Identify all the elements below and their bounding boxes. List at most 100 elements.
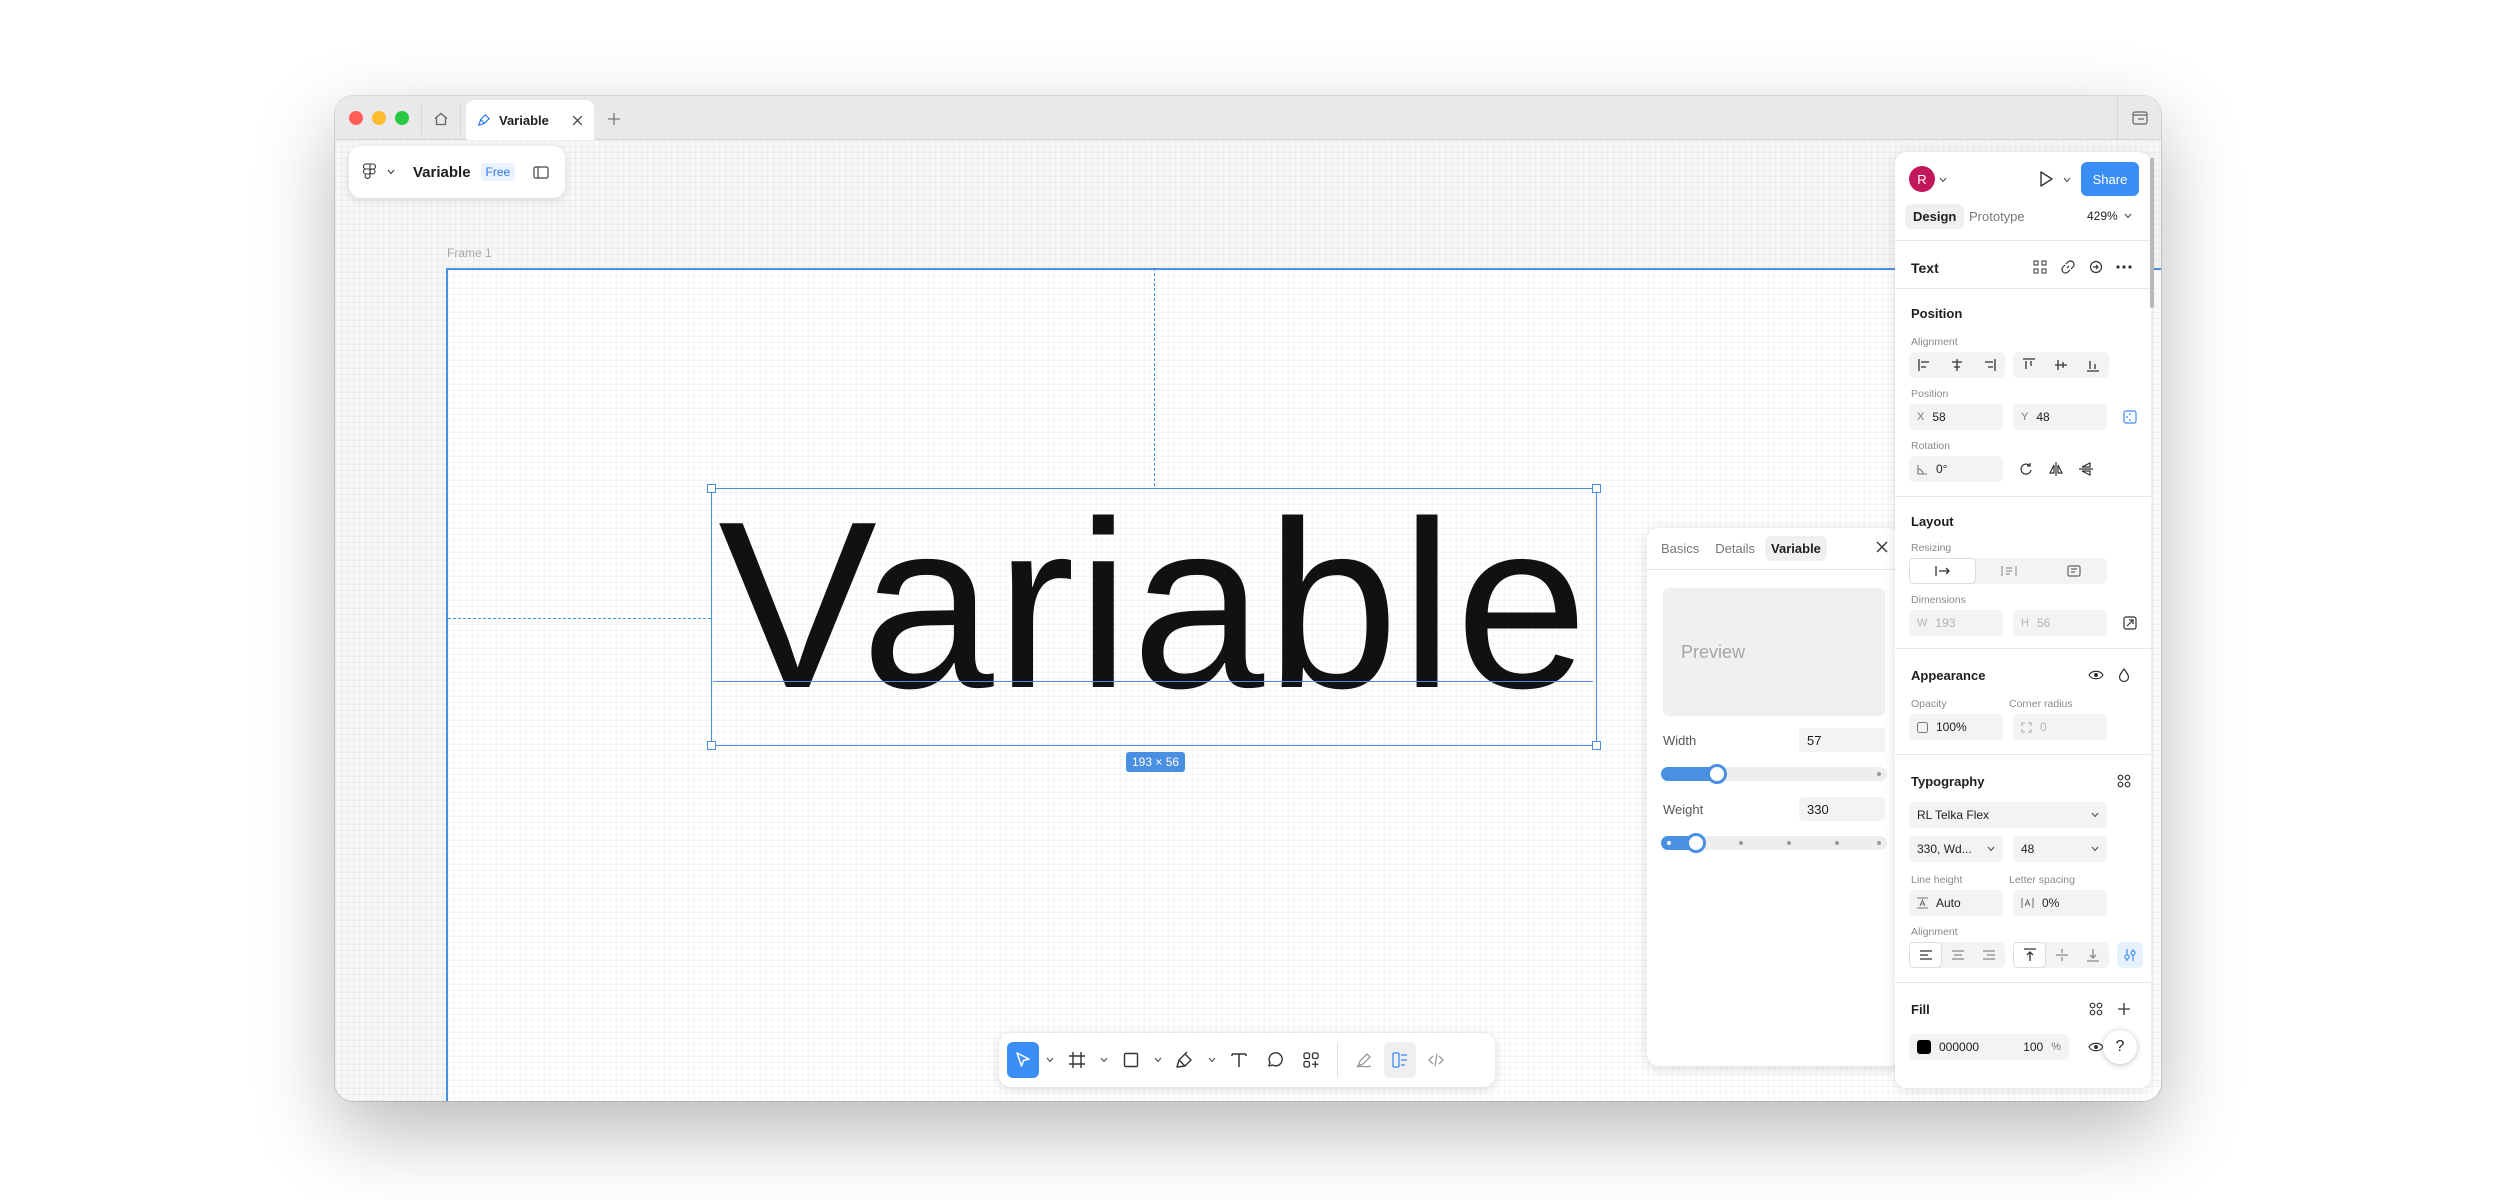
frame-label[interactable]: Frame 1 — [447, 246, 492, 260]
close-window-button[interactable] — [349, 111, 363, 125]
shape-tool-dropdown[interactable] — [1151, 1042, 1165, 1078]
tab-prototype[interactable]: Prototype — [1969, 209, 2025, 224]
line-height-input[interactable]: Auto — [1909, 890, 2003, 916]
comment-tool-button[interactable] — [1259, 1042, 1291, 1078]
align-center-h-button[interactable] — [1941, 352, 1973, 378]
actions-tool-button[interactable] — [1295, 1042, 1327, 1078]
layout-panel-icon[interactable] — [533, 165, 549, 179]
maximize-window-button[interactable] — [395, 111, 409, 125]
sidebar-toggle-button[interactable] — [2117, 96, 2161, 140]
visibility-button[interactable] — [2083, 662, 2109, 688]
width-input[interactable]: W 193 — [1909, 610, 2003, 636]
corner-radius-input[interactable]: 0 — [2013, 714, 2107, 740]
text-align-middle-button[interactable] — [2046, 942, 2077, 968]
fixed-size-button[interactable] — [2042, 558, 2107, 584]
text-align-right-button[interactable] — [1974, 942, 2005, 968]
flip-horizontal-icon — [2049, 462, 2063, 476]
font-style-select[interactable]: 330, Wd... — [1909, 836, 2003, 862]
width-axis-slider[interactable] — [1661, 764, 1887, 784]
zoom-dropdown[interactable]: 429% — [2087, 209, 2132, 223]
type-settings-button[interactable] — [2117, 942, 2143, 968]
font-family-select[interactable]: RL Telka Flex — [1909, 802, 2107, 828]
rotation-input[interactable]: 0° — [1909, 456, 2003, 482]
fill-styles-button[interactable] — [2083, 996, 2109, 1022]
align-bottom-button[interactable] — [2077, 352, 2109, 378]
tab-details[interactable]: Details — [1709, 536, 1761, 561]
opacity-input[interactable]: 100% — [1909, 714, 2003, 740]
tab-variable[interactable]: Variable — [1765, 536, 1827, 561]
flip-horizontal-button[interactable] — [2043, 456, 2069, 482]
move-tool-dropdown[interactable] — [1043, 1042, 1057, 1078]
styles-icon — [2117, 774, 2131, 788]
tab-basics[interactable]: Basics — [1655, 536, 1705, 561]
align-top-button[interactable] — [2013, 352, 2045, 378]
auto-width-button[interactable] — [1909, 558, 1977, 584]
file-tab[interactable]: Variable — [466, 100, 594, 140]
detach-button[interactable] — [2083, 254, 2109, 280]
dev-mode-button[interactable] — [1420, 1042, 1452, 1078]
letter-spacing-input[interactable]: 0% — [2013, 890, 2107, 916]
file-name[interactable]: Variable — [413, 164, 471, 181]
fill-color-input[interactable]: 000000 100 % — [1909, 1034, 2069, 1060]
width-axis-input[interactable]: 57 — [1799, 728, 1885, 752]
tab-design[interactable]: Design — [1905, 204, 1965, 229]
new-tab-button[interactable] — [601, 106, 627, 132]
y-position-input[interactable]: Y 48 — [2013, 404, 2107, 430]
figma-menu-icon[interactable] — [363, 163, 377, 181]
chevron-down-icon[interactable] — [2063, 177, 2071, 183]
draw-mode-button[interactable] — [1348, 1042, 1380, 1078]
pen-tool-button[interactable] — [1169, 1042, 1201, 1078]
move-tool-button[interactable] — [1007, 1042, 1039, 1078]
chevron-down-icon[interactable] — [387, 169, 395, 175]
chevron-down-icon[interactable] — [1939, 177, 1947, 183]
resize-handle-bottom-left[interactable] — [707, 741, 716, 750]
text-align-left-button[interactable] — [1909, 942, 1943, 968]
height-input[interactable]: H 56 — [2013, 610, 2107, 636]
weight-axis-header: Weight 330 — [1663, 797, 1885, 821]
fill-color-swatch[interactable] — [1917, 1040, 1931, 1054]
more-options-button[interactable] — [2111, 254, 2137, 280]
home-button[interactable] — [421, 104, 461, 134]
align-middle-button[interactable] — [2045, 352, 2077, 378]
weight-slider-thumb[interactable] — [1686, 833, 1706, 853]
share-button[interactable]: Share — [2081, 162, 2139, 196]
rotate-button[interactable] — [2013, 456, 2039, 482]
avatar[interactable]: R — [1909, 166, 1935, 192]
blend-mode-button[interactable] — [2111, 662, 2137, 688]
text-align-center-button[interactable] — [1942, 942, 1973, 968]
text-tool-button[interactable] — [1223, 1042, 1255, 1078]
pen-tool-dropdown[interactable] — [1205, 1042, 1219, 1078]
weight-axis-slider[interactable] — [1661, 833, 1887, 853]
auto-height-button[interactable] — [1976, 558, 2041, 584]
add-fill-button[interactable] — [2111, 996, 2137, 1022]
x-position-input[interactable]: X 58 — [1909, 404, 2003, 430]
text-align-middle-icon — [2055, 949, 2068, 961]
link-button[interactable] — [2055, 254, 2081, 280]
frame-tool-button[interactable] — [1061, 1042, 1093, 1078]
align-right-button[interactable] — [1973, 352, 2005, 378]
close-panel-button[interactable] — [1875, 540, 1889, 554]
resize-handle-bottom-right[interactable] — [1592, 741, 1601, 750]
play-icon[interactable] — [2037, 170, 2055, 188]
constrain-proportions-button[interactable] — [2117, 610, 2143, 636]
text-align-bottom-button[interactable] — [2078, 942, 2109, 968]
width-slider-thumb[interactable] — [1707, 764, 1727, 784]
frame-tool-dropdown[interactable] — [1097, 1042, 1111, 1078]
design-mode-button[interactable] — [1384, 1042, 1416, 1078]
help-button[interactable]: ? — [2103, 1030, 2137, 1064]
weight-axis-input[interactable]: 330 — [1799, 797, 1885, 821]
selection-box[interactable] — [711, 488, 1597, 746]
align-left-button[interactable] — [1909, 352, 1941, 378]
close-icon[interactable] — [571, 114, 584, 127]
minimize-window-button[interactable] — [372, 111, 386, 125]
resize-handle-top-right[interactable] — [1592, 484, 1601, 493]
text-align-top-button[interactable] — [2013, 942, 2047, 968]
font-size-select[interactable]: 48 — [2013, 836, 2107, 862]
text-styles-button[interactable] — [2111, 768, 2137, 794]
resize-handle-top-left[interactable] — [707, 484, 716, 493]
properties-scrollbar[interactable] — [2150, 158, 2154, 308]
shape-tool-button[interactable] — [1115, 1042, 1147, 1078]
constraints-button[interactable] — [2117, 404, 2143, 430]
flip-vertical-button[interactable] — [2073, 456, 2099, 482]
style-button[interactable] — [2027, 254, 2053, 280]
